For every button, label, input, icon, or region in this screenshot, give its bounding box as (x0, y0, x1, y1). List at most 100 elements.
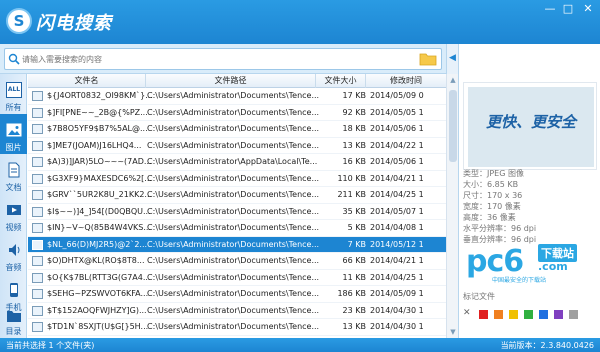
file-name-cell: $A)3)]JAR)5LO~~~(7AD... (47, 157, 152, 166)
file-path-cell: C:\Users\Administrator\Documents\Tence..… (147, 305, 320, 315)
tag-color-swatch[interactable] (554, 310, 563, 319)
table-row[interactable]: $]ME7(JOAM)J16LHQ4... C:\Users\Administra… (28, 138, 446, 154)
file-name-cell: $T$152AOQFWJHZY]G)... (47, 305, 147, 315)
modified-date-cell: 2014/04/08 1 (370, 223, 424, 232)
modified-date-cell: 2014/05/05 1 (370, 107, 424, 117)
table-row[interactable]: $SEHG~PZSWVOT6KFA... C:\Users\Administrat… (28, 286, 446, 303)
image-file-icon (32, 140, 43, 151)
file-name-cell: $7B8O5YF9$B7%5AL@... (47, 124, 148, 133)
app-logo-icon: S (6, 8, 32, 34)
file-path-cell: C:\Users\Administrator\Documents\Tence..… (147, 190, 320, 199)
image-file-icon (32, 107, 43, 118)
minimize-button[interactable]: — (542, 2, 558, 16)
sidebar-item-all[interactable]: ALL 所有 (0, 74, 27, 114)
file-name-cell: ${J4ORT0832_OI98KM`}... (47, 91, 153, 100)
scroll-thumb[interactable] (449, 90, 457, 162)
table-row[interactable]: $TD1N`8SXJT(U$G[}5H... C:\Users\Administr… (28, 319, 446, 336)
chevron-left-icon: ◀ (449, 53, 456, 63)
tag-color-swatch[interactable] (524, 310, 533, 319)
modified-date-cell: 2014/04/22 1 (370, 140, 424, 150)
image-file-icon (32, 322, 43, 332)
table-row[interactable]: ${J4ORT0832_OI98KM`}... C:\Users\Administ… (28, 88, 446, 105)
version-label: 当前版本：2.3.840.0426 (500, 341, 594, 350)
image-file-icon (32, 206, 43, 217)
file-name-cell: $]FI[PNE~~_2B@{%PZ... (47, 107, 148, 117)
image-file-icon (32, 256, 43, 266)
tag-color-swatch[interactable] (509, 310, 518, 319)
table-row[interactable]: $G3XF9}MAXESDC6%2[... C:\Users\Administra… (28, 171, 446, 187)
table-row[interactable]: $GRV``5UR2K8U_21KK2... C:\Users\Administr… (28, 187, 446, 204)
column-header-name[interactable]: 文件名 (28, 74, 146, 88)
file-path-cell: C:\Users\Administrator\Documents\Tence..… (147, 91, 320, 100)
search-bar (0, 44, 446, 74)
sidebar-item-label: 音频 (5, 263, 22, 272)
tag-file-label: 标记文件 (463, 292, 495, 301)
image-preview: 更快、更安全 (463, 82, 597, 170)
category-sidebar: ALL 所有 图片 文档 视频 音频 手机 目录 (0, 74, 27, 338)
column-header-date[interactable]: 修改时间 (366, 74, 446, 88)
table-row[interactable]: $I$~~)]4_]54[(D0QBQU... C:\Users\Administ… (28, 204, 446, 220)
maximize-button[interactable]: □ (560, 2, 576, 16)
image-icon (6, 123, 22, 137)
table-row[interactable]: $O{K$7BL(RTT3G(G7A4... C:\Users\Administr… (28, 270, 446, 286)
tag-color-row: ✕ (463, 308, 597, 322)
sidebar-item-images[interactable]: 图片 (0, 114, 27, 154)
sidebar-item-directory[interactable]: 目录 (0, 304, 27, 338)
image-file-icon (32, 272, 43, 283)
phone-icon (10, 283, 18, 297)
pc6-watermark-logo: pc6 下载站 .com 中国最安全的下载站 (466, 244, 600, 284)
tag-color-swatch[interactable] (569, 310, 578, 319)
vertical-scrollbar[interactable]: ▲ ▼ (446, 74, 458, 338)
tag-color-swatch[interactable] (479, 310, 488, 319)
table-row[interactable]: $T$152AOQFWJHZY]G)... C:\Users\Administra… (28, 303, 446, 319)
tag-color-swatch[interactable] (494, 310, 503, 319)
modified-date-cell: 2014/04/25 1 (370, 190, 424, 199)
file-size-cell: 110 KB (337, 173, 366, 183)
collapse-panel-button[interactable]: ◀ (446, 44, 458, 74)
sidebar-item-videos[interactable]: 视频 (0, 194, 27, 234)
image-file-icon (32, 157, 43, 167)
image-file-icon (32, 289, 43, 299)
sidebar-item-documents[interactable]: 文档 (0, 154, 27, 194)
file-path-cell: C:\Users\Administrator\Documents\Tence..… (147, 173, 320, 183)
table-row[interactable]: $IN}~V~Q(85B4W4VKS... C:\Users\Administra… (28, 220, 446, 237)
table-row[interactable]: $]FI[PNE~~_2B@{%PZ... C:\Users\Administra… (28, 105, 446, 121)
modified-date-cell: 2014/05/12 1 (370, 239, 424, 249)
all-icon: ALL (6, 82, 22, 98)
modified-date-cell: 2014/04/25 1 (370, 272, 424, 282)
status-bar: 当前共选择 1 个文件(夹) 当前版本：2.3.840.0426 (0, 338, 600, 352)
column-header-path[interactable]: 文件路径 (146, 74, 316, 88)
horizontal-resolution: 水平分辨率：96 dpi (463, 224, 537, 233)
image-file-icon (32, 190, 43, 200)
modified-date-cell: 2014/04/21 1 (370, 256, 424, 265)
sidebar-item-label: 所有 (5, 103, 22, 112)
table-row[interactable]: $NL_66(D)MJ2R5)@2`2... C:\Users\Administr… (28, 236, 446, 253)
audio-icon (9, 244, 20, 256)
table-row[interactable]: $O)DHTX@KL(RO$8T8... C:\Users\Administrat… (28, 253, 446, 270)
tag-color-swatch[interactable] (539, 310, 548, 319)
file-size-cell: 13 KB (342, 140, 366, 150)
file-size-cell: 66 KB (342, 256, 366, 265)
file-name-cell: $SEHG~PZSWVOT6KFA... (47, 289, 149, 298)
file-path-cell: C:\Users\Administrator\Documents\Tence..… (147, 206, 320, 216)
folder-icon[interactable] (419, 51, 437, 66)
clear-tag-icon[interactable]: ✕ (463, 309, 473, 318)
image-file-icon (32, 223, 43, 233)
file-path-cell: C:\Users\Administrator\Documents\Tence..… (147, 223, 320, 232)
close-button[interactable]: ✕ (580, 2, 596, 16)
column-header-size[interactable]: 文件大小 (316, 74, 366, 88)
file-size-cell: 11 KB (342, 272, 366, 282)
search-icon (8, 53, 20, 65)
table-row[interactable]: $7B8O5YF9$B7%5AL@... C:\Users\Administrat… (28, 121, 446, 138)
search-input[interactable] (22, 51, 402, 67)
app-title: 闪电搜索 (36, 13, 112, 34)
table-row[interactable]: $A)3)]JAR)5LO~~~(7AD... C:\Users\Administ… (28, 154, 446, 171)
file-name-cell: $O{K$7BL(RTT3G(G7A4... (47, 272, 151, 282)
sidebar-item-label: 视频 (5, 223, 22, 232)
file-path-cell: C:\Users\Administrator\Documents\Tence..… (147, 289, 320, 298)
sidebar-item-audio[interactable]: 音频 (0, 234, 27, 274)
file-path-cell: C:\Users\Administrator\Documents\Tence..… (147, 239, 320, 249)
file-path-cell: C:\Users\Administrator\Documents\Tence..… (147, 140, 320, 150)
file-size-cell: 186 KB (337, 289, 366, 298)
file-size-cell: 5 KB (347, 223, 366, 232)
